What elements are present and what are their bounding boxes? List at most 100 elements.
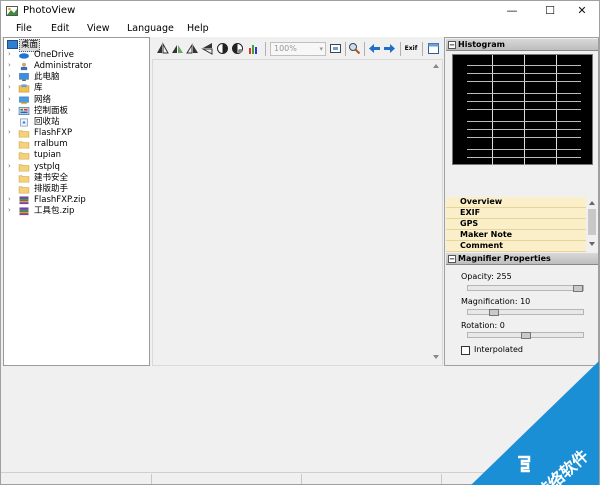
next-image-icon[interactable]: [383, 42, 396, 55]
collapse-icon[interactable]: −: [448, 255, 456, 263]
window-title: PhotoView: [23, 5, 76, 16]
histogram-gridline: [467, 81, 581, 82]
section-overview[interactable]: Overview: [446, 197, 586, 208]
tree-item-label: ystplq: [34, 161, 60, 172]
zoom-select[interactable]: 100% ▾: [270, 42, 326, 56]
tree-item[interactable]: › 工具包.zip: [4, 206, 149, 217]
menu-edit[interactable]: Edit: [51, 23, 69, 34]
tree-item-label: FlashFXP: [34, 128, 73, 139]
menu-view[interactable]: View: [87, 23, 110, 34]
metadata-scrollbar[interactable]: [586, 197, 598, 251]
expand-arrow-icon[interactable]: ›: [8, 195, 14, 203]
rotate-right-icon[interactable]: [186, 42, 199, 55]
library-icon: [18, 84, 30, 93]
section-maker-note[interactable]: Maker Note: [446, 230, 586, 241]
folder-icon: [18, 164, 30, 171]
flip-vertical-icon[interactable]: [201, 42, 214, 55]
panel-toggle-icon[interactable]: [427, 42, 440, 55]
image-viewer[interactable]: [152, 59, 443, 366]
fit-window-icon[interactable]: [329, 42, 342, 55]
status-separator: [441, 474, 442, 484]
histogram-header[interactable]: − Histogram: [446, 39, 598, 51]
collapse-icon[interactable]: −: [448, 41, 456, 49]
contrast-icon[interactable]: [216, 42, 229, 55]
histogram-gridline: [467, 157, 581, 158]
interpolated-checkbox[interactable]: [461, 346, 470, 355]
tree-item[interactable]: › 控制面板: [4, 106, 149, 117]
scroll-down-icon[interactable]: [433, 355, 439, 360]
menu-bar: File Edit View Language Help: [1, 21, 599, 37]
expand-arrow-icon[interactable]: ›: [8, 50, 14, 58]
folder-icon: [18, 175, 30, 183]
tree-item-label: Administrator: [34, 61, 92, 72]
opacity-slider[interactable]: [467, 285, 584, 292]
scroll-thumb[interactable]: [588, 209, 596, 235]
expand-arrow-icon[interactable]: ›: [8, 206, 14, 214]
close-button[interactable]: ✕: [565, 1, 599, 21]
scroll-up-icon[interactable]: [433, 63, 439, 68]
histogram-gridline: [467, 129, 581, 130]
menu-language[interactable]: Language: [127, 23, 174, 34]
magnification-slider[interactable]: [467, 309, 584, 316]
properties-panel: − Histogram Overview EXIF GPS Maker Note…: [444, 37, 599, 366]
tree-item[interactable]: › OneDrive: [4, 50, 149, 61]
histogram-gridline: [467, 65, 581, 66]
exif-button[interactable]: Exif: [404, 42, 418, 55]
magnifier-header[interactable]: − Magnifier Properties: [446, 253, 598, 265]
folder-icon: [18, 130, 30, 138]
previous-image-icon[interactable]: [368, 42, 381, 55]
brightness-icon[interactable]: [231, 42, 244, 55]
rotation-label: Rotation: 0: [461, 321, 505, 330]
tree-item[interactable]: 排版助手: [4, 184, 149, 195]
expand-arrow-icon[interactable]: ›: [8, 83, 14, 91]
app-icon: [6, 6, 18, 16]
tree-item[interactable]: › FlashFXP.zip: [4, 195, 149, 206]
slider-thumb[interactable]: [520, 332, 531, 339]
folder-tree[interactable]: 桌面 › OneDrive › Administrator › 此电脑 › 库 › 网络 › 控制面板…: [3, 37, 150, 366]
expand-arrow-icon[interactable]: ›: [8, 72, 14, 80]
menu-help[interactable]: Help: [187, 23, 209, 34]
magnifier-title: Magnifier Properties: [458, 254, 551, 263]
toolbar-separator: [345, 42, 346, 56]
tree-item[interactable]: › FlashFXP: [4, 128, 149, 139]
tree-item[interactable]: › 此电脑: [4, 72, 149, 83]
scroll-up-icon[interactable]: [589, 200, 595, 205]
rotation-slider[interactable]: [467, 332, 584, 339]
network-icon: [19, 96, 29, 104]
color-adjust-icon[interactable]: [247, 42, 260, 55]
tree-item[interactable]: rralbum: [4, 139, 149, 150]
expand-arrow-icon[interactable]: ›: [8, 106, 14, 114]
tree-item[interactable]: › 库: [4, 83, 149, 94]
expand-arrow-icon[interactable]: ›: [8, 128, 14, 136]
scroll-down-icon[interactable]: [589, 242, 595, 247]
tree-item[interactable]: 建书安全: [4, 173, 149, 184]
tree-item[interactable]: › ystplq: [4, 162, 149, 173]
expand-arrow-icon[interactable]: ›: [8, 162, 14, 170]
section-comment[interactable]: Comment: [446, 241, 586, 252]
slider-thumb[interactable]: [489, 309, 499, 316]
tree-item-label: 排版助手: [34, 183, 69, 194]
tree-item[interactable]: 回收站: [4, 117, 149, 128]
expand-arrow-icon[interactable]: ›: [8, 61, 14, 69]
section-gps[interactable]: GPS: [446, 219, 586, 230]
slider-thumb[interactable]: [573, 285, 583, 292]
tree-item[interactable]: › 网络: [4, 95, 149, 106]
interpolated-label: Interpolated: [474, 345, 524, 354]
title-bar[interactable]: PhotoView — ☐ ✕: [1, 1, 599, 21]
rotate-left-icon[interactable]: [171, 42, 184, 55]
minimize-button[interactable]: —: [495, 1, 529, 21]
tree-item-label: 建书安全: [34, 172, 69, 183]
recycle-bin-icon: [20, 118, 28, 127]
expand-arrow-icon[interactable]: ›: [8, 95, 14, 103]
image-toolbar: 100% ▾ Exif: [152, 39, 443, 59]
tree-item[interactable]: › Administrator: [4, 61, 149, 72]
viewer-scrollbar[interactable]: [430, 60, 442, 365]
maximize-button[interactable]: ☐: [533, 1, 567, 21]
tree-item[interactable]: tupian: [4, 150, 149, 161]
flip-horizontal-icon[interactable]: [156, 42, 169, 55]
menu-file[interactable]: File: [16, 23, 32, 34]
tree-item-label: 工具包.zip: [34, 206, 75, 217]
magnifier-icon[interactable]: [348, 42, 361, 55]
section-exif[interactable]: EXIF: [446, 208, 586, 219]
tree-item-desktop[interactable]: 桌面: [4, 39, 149, 52]
